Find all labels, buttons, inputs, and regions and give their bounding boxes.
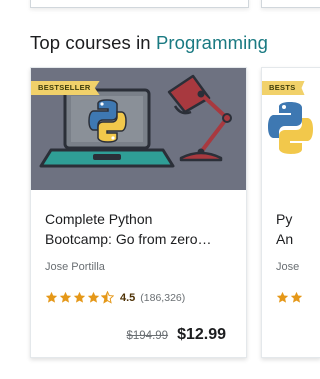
course-title[interactable]: Complete Python Bootcamp: Go from zero…: [45, 209, 241, 249]
bestseller-badge: BESTSELLER: [31, 81, 100, 95]
star-icon: [73, 291, 86, 303]
rating-count: (186,326): [140, 291, 186, 304]
star-icon: [45, 291, 58, 303]
star-icon: [290, 291, 303, 303]
section-title-category-link[interactable]: Programming: [156, 32, 268, 53]
course-card[interactable]: BESTSELLER Complete Python Bootcamp: Go …: [30, 67, 247, 358]
rating-row: [276, 291, 304, 304]
star-icon: [87, 291, 100, 303]
rating-value: 4.5: [120, 291, 136, 304]
rating-row: 4.5 (186,326): [45, 291, 185, 304]
half-star-icon: [101, 291, 114, 304]
course-title-line-1[interactable]: Py: [276, 209, 320, 229]
course-title-line-2[interactable]: An: [276, 229, 320, 249]
star-icon: [59, 291, 72, 303]
price-row: $194.99 $12.99: [126, 326, 226, 344]
course-card[interactable]: BESTS Py An Jose: [261, 67, 320, 358]
instructor-name: Jose: [276, 261, 300, 273]
course-thumbnail[interactable]: BESTSELLER: [31, 68, 246, 190]
course-title[interactable]: Py An: [276, 209, 320, 249]
course-thumbnail[interactable]: BESTS: [262, 68, 320, 190]
current-price: $12.99: [177, 326, 226, 343]
instructor-name: Jose Portilla: [45, 261, 105, 273]
previous-course-card[interactable]: [30, 0, 249, 8]
course-title-line-2[interactable]: Bootcamp: Go from zero…: [45, 229, 241, 249]
rating-stars: [276, 291, 304, 304]
section-title-prefix: Top courses in: [30, 32, 156, 53]
original-price: $194.99: [126, 330, 169, 342]
previous-course-card[interactable]: [261, 0, 320, 8]
bestseller-badge: BESTS: [262, 81, 305, 95]
rating-stars: [45, 291, 115, 304]
section-title: Top courses in Programming: [30, 32, 268, 54]
course-title-line-1[interactable]: Complete Python: [45, 209, 241, 229]
star-icon: [276, 291, 289, 303]
